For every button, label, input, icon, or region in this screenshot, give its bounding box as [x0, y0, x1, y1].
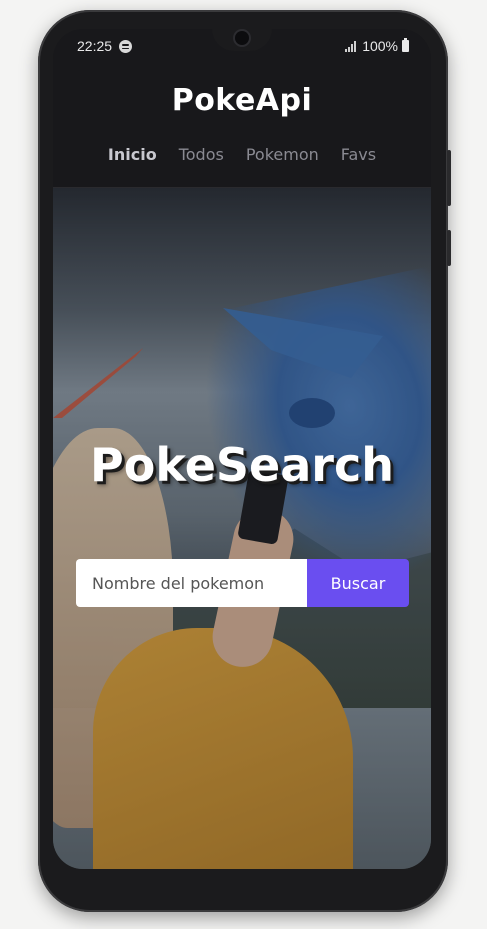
app-header: PokeApi Inicio Todos Pokemon Favs — [53, 69, 431, 188]
signal-icon — [345, 40, 357, 52]
search-input[interactable] — [76, 559, 307, 607]
hero-title: PokeSearch — [90, 438, 394, 492]
main-nav: Inicio Todos Pokemon Favs — [53, 145, 431, 164]
nav-item-favs[interactable]: Favs — [341, 145, 376, 164]
search-button[interactable]: Buscar — [307, 559, 409, 607]
hero-section: PokeSearch Buscar — [53, 188, 431, 869]
search-bar: Buscar — [76, 559, 409, 607]
status-right: 100% — [345, 38, 409, 54]
nav-item-todos[interactable]: Todos — [179, 145, 224, 164]
hero-overlay — [53, 188, 431, 869]
volume-button — [447, 150, 451, 206]
screen: 22:25 100% PokeApi Inicio Todos Pokemon … — [53, 29, 431, 869]
nav-item-pokemon[interactable]: Pokemon — [246, 145, 319, 164]
battery-icon — [402, 38, 409, 52]
battery-percent: 100% — [362, 38, 398, 54]
brand-title[interactable]: PokeApi — [53, 83, 431, 118]
spotify-icon — [119, 40, 132, 53]
power-button — [447, 230, 451, 266]
nav-item-inicio[interactable]: Inicio — [108, 145, 157, 164]
status-time: 22:25 — [77, 38, 113, 54]
status-bar: 22:25 100% — [53, 37, 431, 57]
